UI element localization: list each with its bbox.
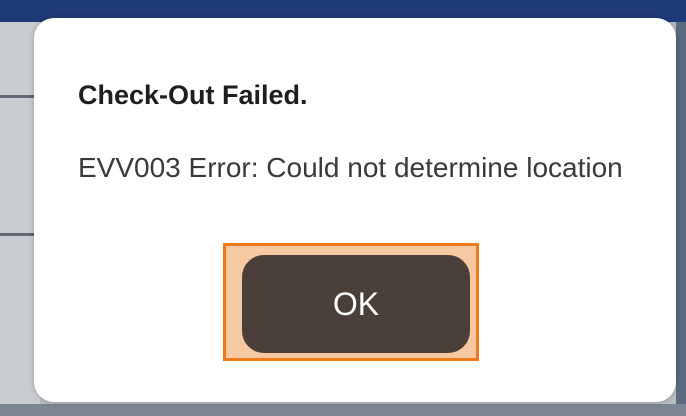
dialog-title: Check-Out Failed. (78, 80, 308, 110)
error-dialog: Check-Out Failed. EVV003 Error: Could no… (34, 18, 676, 402)
backdrop-bottom-bar (0, 404, 686, 416)
dialog-message: EVV003 Error: Could not determine locati… (78, 152, 623, 183)
backdrop-right-strip (676, 22, 686, 416)
ok-button[interactable]: OK (242, 255, 470, 353)
